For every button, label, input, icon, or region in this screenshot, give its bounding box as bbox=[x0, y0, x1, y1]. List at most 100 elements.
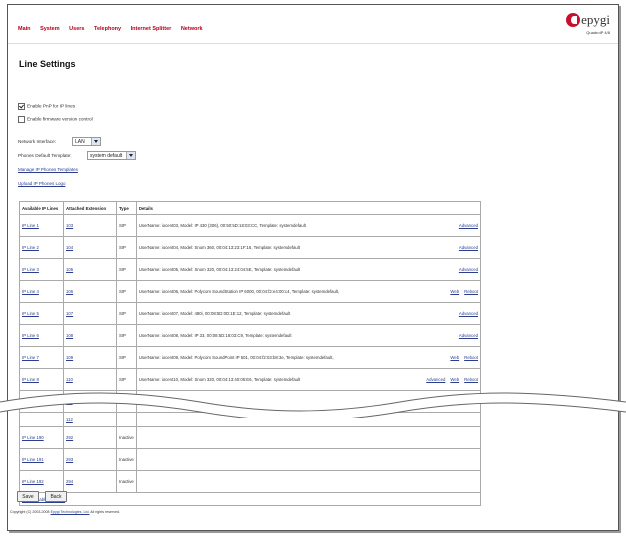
enable-firmware-checkbox[interactable] bbox=[18, 116, 25, 123]
advanced-link[interactable]: Advanced bbox=[459, 267, 478, 272]
web-link[interactable]: Web bbox=[450, 377, 459, 382]
menu-internet-splitter[interactable]: Internet Splitter bbox=[131, 26, 172, 32]
table-row: IP Line 1 103 SIP UserName: iocent03, Model… bbox=[19, 214, 482, 237]
details-text: UserName: iocent09, Model: Polycom Sound… bbox=[138, 355, 334, 360]
upload-logo-link[interactable]: Upload IP Phones Logo bbox=[18, 181, 65, 186]
line-type: Inactive bbox=[116, 426, 137, 449]
extension-link[interactable]: 292 bbox=[63, 426, 117, 449]
menu-system[interactable]: System bbox=[40, 26, 60, 32]
table-header-row: Available IP Lines Attached Extension Ty… bbox=[19, 201, 482, 215]
extension-link[interactable]: 107 bbox=[63, 302, 117, 325]
ip-line-link[interactable]: IP Line 4 bbox=[19, 280, 64, 303]
menu-telephony[interactable]: Telephony bbox=[94, 26, 121, 32]
chevron-down-icon bbox=[126, 152, 135, 159]
table-row: IP Line 3 105 SIP UserName: iocent05, Model… bbox=[19, 258, 482, 281]
line-type: SIP bbox=[116, 214, 137, 237]
page-title: Line Settings bbox=[19, 59, 76, 69]
advanced-link[interactable]: Advanced bbox=[459, 311, 478, 316]
ip-line-link[interactable]: IP Line 3 bbox=[19, 258, 64, 281]
line-details: UserName: iocent09, Model: Polycom Sound… bbox=[135, 346, 482, 369]
line-details: UserName: iocent07, Model: 480i, 00:08:5… bbox=[135, 302, 482, 325]
line-details bbox=[135, 448, 482, 471]
extension-link[interactable]: 109 bbox=[63, 346, 117, 369]
web-link[interactable]: Web bbox=[450, 289, 459, 294]
brand-model: QuadroIP 4/8 bbox=[586, 30, 610, 35]
table-row: IP Line 190 292 Inactive bbox=[19, 426, 482, 449]
extension-link[interactable]: 106 bbox=[63, 280, 117, 303]
back-button[interactable]: Back bbox=[45, 491, 67, 502]
line-type: Inactive bbox=[116, 448, 137, 471]
details-text: UserName: iocent06, Model: Polycom Sound… bbox=[138, 289, 340, 294]
enable-firmware-label: Enable firmware version control bbox=[27, 116, 93, 122]
table-row: IP Line 7 109 SIP UserName: iocent09, Model… bbox=[19, 346, 482, 369]
network-interface-select[interactable]: LAN bbox=[72, 137, 101, 146]
chevron-down-icon bbox=[91, 138, 100, 145]
reboot-link[interactable]: Reboot bbox=[464, 355, 478, 360]
table-footer-row: Show disabled IP lines bbox=[19, 492, 481, 506]
brand-logo: epygi QuadroIP 4/8 bbox=[566, 11, 610, 35]
table-row: IP Line 2 104 SIP UserName: iocent04, Model… bbox=[19, 236, 482, 259]
line-type: Inactive bbox=[116, 470, 137, 493]
reboot-link[interactable]: Reboot bbox=[464, 289, 478, 294]
extension-link[interactable]: 294 bbox=[63, 470, 117, 493]
extension-link[interactable]: 105 bbox=[63, 258, 117, 281]
table-break-wave bbox=[0, 392, 626, 418]
table-row: IP Line 6 108 SIP UserName: iocent08, Model… bbox=[19, 324, 482, 347]
main-menu: Main System Users Telephony Internet Spl… bbox=[18, 26, 211, 32]
ip-line-link[interactable]: IP Line 5 bbox=[19, 302, 64, 325]
manage-templates-link[interactable]: Manage IP Phones Templates bbox=[18, 167, 78, 172]
epygi-logo-icon bbox=[566, 12, 581, 27]
line-details: UserName: iocent04, Model: Snom 360, 00:… bbox=[135, 236, 482, 259]
ip-line-link[interactable]: IP Line 6 bbox=[19, 324, 64, 347]
ip-line-link[interactable]: IP Line 192 bbox=[19, 470, 64, 493]
web-link[interactable]: Web bbox=[450, 355, 459, 360]
advanced-link[interactable]: Advanced bbox=[459, 245, 478, 250]
ip-line-link[interactable]: IP Line 1 bbox=[19, 214, 64, 237]
brand-name: epygi bbox=[581, 11, 610, 27]
advanced-link[interactable]: Advanced bbox=[459, 333, 478, 338]
row-actions: Advanced Web Reboot bbox=[421, 377, 478, 382]
ip-line-link[interactable]: IP Line 2 bbox=[19, 236, 64, 259]
menu-main[interactable]: Main bbox=[18, 26, 31, 32]
company-link[interactable]: Epygi Technologies, Ltd. bbox=[51, 510, 90, 514]
row-actions: Advanced bbox=[454, 311, 478, 316]
row-actions: Advanced bbox=[454, 245, 478, 250]
menu-network[interactable]: Network bbox=[181, 26, 203, 32]
line-details: UserName: iocent08, Model: IP 33, 00:08:… bbox=[135, 324, 482, 347]
line-type: SIP bbox=[116, 346, 137, 369]
row-actions: Web Reboot bbox=[445, 355, 478, 360]
table-row: IP Line 4 106 SIP UserName: iocent06, Model… bbox=[19, 280, 482, 303]
copyright-text: Copyright (C) 2003-2008 bbox=[10, 510, 50, 514]
extension-link[interactable]: 103 bbox=[63, 214, 117, 237]
ip-line-link[interactable]: IP Line 190 bbox=[19, 426, 64, 449]
details-text: UserName: iocent05, Model: Snom 320, 00:… bbox=[138, 267, 301, 272]
phones-template-select[interactable]: system default bbox=[87, 151, 136, 160]
copyright-rest: All rights reserved. bbox=[90, 510, 121, 514]
details-text: UserName: iocent03, Model: IP 430 (306),… bbox=[138, 223, 306, 228]
ip-line-link[interactable]: IP Line 191 bbox=[19, 448, 64, 471]
table-row: IP Line 5 107 SIP UserName: iocent07, Model… bbox=[19, 302, 482, 325]
extension-link[interactable]: 104 bbox=[63, 236, 117, 259]
ip-lines-table: Available IP Lines Attached Extension Ty… bbox=[19, 201, 482, 506]
extension-link[interactable]: 108 bbox=[63, 324, 117, 347]
line-details bbox=[135, 470, 482, 493]
line-details: UserName: iocent06, Model: Polycom Sound… bbox=[135, 280, 482, 303]
line-type: SIP bbox=[116, 324, 137, 347]
extension-link[interactable]: 293 bbox=[63, 448, 117, 471]
network-interface-label: Network Interface: bbox=[18, 139, 57, 144]
details-text: UserName: iocent07, Model: 480i, 00:08:5… bbox=[138, 311, 291, 316]
advanced-link[interactable]: Advanced bbox=[426, 377, 445, 382]
details-text: UserName: iocent08, Model: IP 33, 00:08:… bbox=[138, 333, 292, 338]
browser-frame: Main System Users Telephony Internet Spl… bbox=[7, 4, 619, 531]
enable-pnp-checkbox[interactable] bbox=[18, 103, 25, 110]
ip-line-link[interactable]: IP Line 7 bbox=[19, 346, 64, 369]
line-type: SIP bbox=[116, 280, 137, 303]
save-button[interactable]: Save bbox=[17, 491, 39, 502]
header-details: Details bbox=[135, 201, 482, 215]
advanced-link[interactable]: Advanced bbox=[459, 223, 478, 228]
details-text: UserName: iocent10, Model: Snom 320, 00:… bbox=[138, 377, 301, 382]
enable-pnp-option[interactable]: Enable PnP for IP lines bbox=[18, 103, 75, 110]
reboot-link[interactable]: Reboot bbox=[464, 377, 478, 382]
enable-firmware-option[interactable]: Enable firmware version control bbox=[18, 116, 93, 123]
menu-users[interactable]: Users bbox=[69, 26, 84, 32]
